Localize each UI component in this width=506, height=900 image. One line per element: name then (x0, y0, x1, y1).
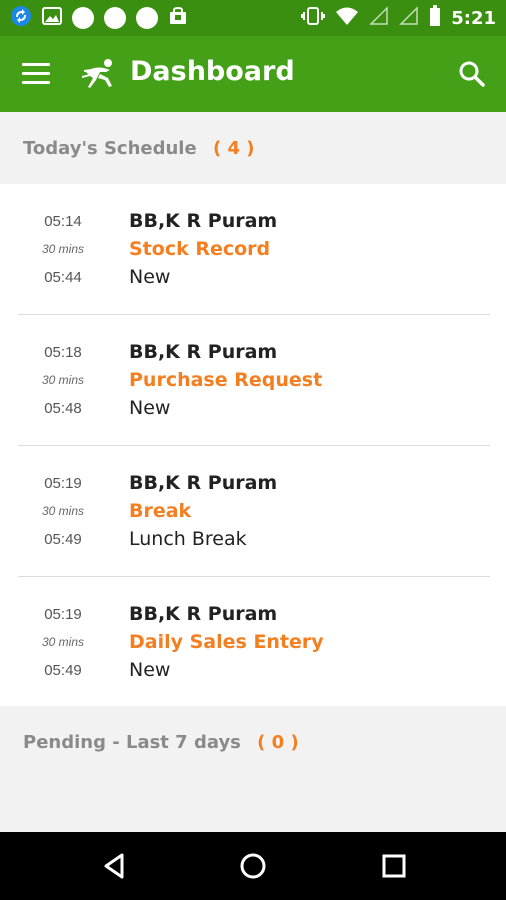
app-bar: Dashboard (0, 36, 506, 112)
status-bar: 5:21 (0, 0, 506, 36)
signal-icon (399, 5, 419, 31)
start-time: 05:14 (44, 213, 82, 230)
item-status: New (129, 397, 171, 419)
end-time: 05:49 (44, 531, 82, 548)
pending-header[interactable]: Pending - Last 7 days ( 0 ) (0, 706, 506, 778)
item-status: New (129, 659, 171, 681)
start-time: 05:19 (44, 606, 82, 623)
item-title: Break (129, 500, 192, 522)
schedule-item[interactable]: 05:19 30 mins 05:49 BB,K R Puram Daily S… (0, 577, 506, 707)
item-location: BB,K R Puram (129, 341, 278, 363)
signal-icon (369, 5, 389, 31)
home-icon[interactable] (233, 846, 273, 886)
duration: 30 mins (41, 373, 85, 387)
schedule-count: ( 4 ) (212, 138, 255, 159)
start-time: 05:18 (44, 344, 82, 361)
end-time: 05:44 (44, 269, 82, 286)
schedule-header: Today's Schedule ( 4 ) (0, 112, 506, 184)
item-title: Stock Record (129, 238, 271, 260)
notification-dot (72, 7, 94, 29)
item-location: BB,K R Puram (129, 210, 278, 232)
schedule-item[interactable]: 05:18 30 mins 05:48 BB,K R Puram Purchas… (0, 315, 506, 446)
duration: 30 mins (41, 242, 85, 256)
running-man-icon (82, 58, 118, 90)
hamburger-menu-icon[interactable] (22, 60, 52, 88)
pending-count: ( 0 ) (257, 732, 299, 753)
item-status: Lunch Break (129, 528, 247, 550)
schedule-item[interactable]: 05:14 30 mins 05:44 BB,K R Puram Stock R… (0, 184, 506, 315)
notification-dot (136, 7, 158, 29)
schedule-item[interactable]: 05:19 30 mins 05:49 BB,K R Puram Break L… (0, 446, 506, 577)
schedule-label: Today's Schedule (23, 138, 197, 159)
duration: 30 mins (41, 504, 85, 518)
notification-dot (104, 7, 126, 29)
sync-icon (10, 5, 32, 32)
vibrate-icon (301, 6, 326, 31)
recents-icon[interactable] (374, 846, 414, 886)
status-time: 5:21 (451, 7, 496, 29)
image-icon (42, 6, 62, 31)
item-title: Purchase Request (129, 369, 323, 391)
pending-label: Pending - Last 7 days (23, 732, 241, 753)
item-status: New (129, 266, 171, 288)
schedule-list: 05:14 30 mins 05:44 BB,K R Puram Stock R… (0, 184, 506, 707)
wifi-icon (335, 6, 359, 31)
search-icon[interactable] (456, 58, 488, 90)
duration: 30 mins (41, 635, 85, 649)
navigation-bar (0, 832, 506, 900)
end-time: 05:49 (44, 662, 82, 679)
back-icon[interactable] (94, 846, 134, 886)
page-title: Dashboard (130, 56, 295, 87)
battery-icon (429, 4, 441, 32)
end-time: 05:48 (44, 400, 82, 417)
store-icon (168, 6, 188, 31)
start-time: 05:19 (44, 475, 82, 492)
item-location: BB,K R Puram (129, 472, 278, 494)
item-title: Daily Sales Entery (129, 631, 324, 653)
item-location: BB,K R Puram (129, 603, 278, 625)
